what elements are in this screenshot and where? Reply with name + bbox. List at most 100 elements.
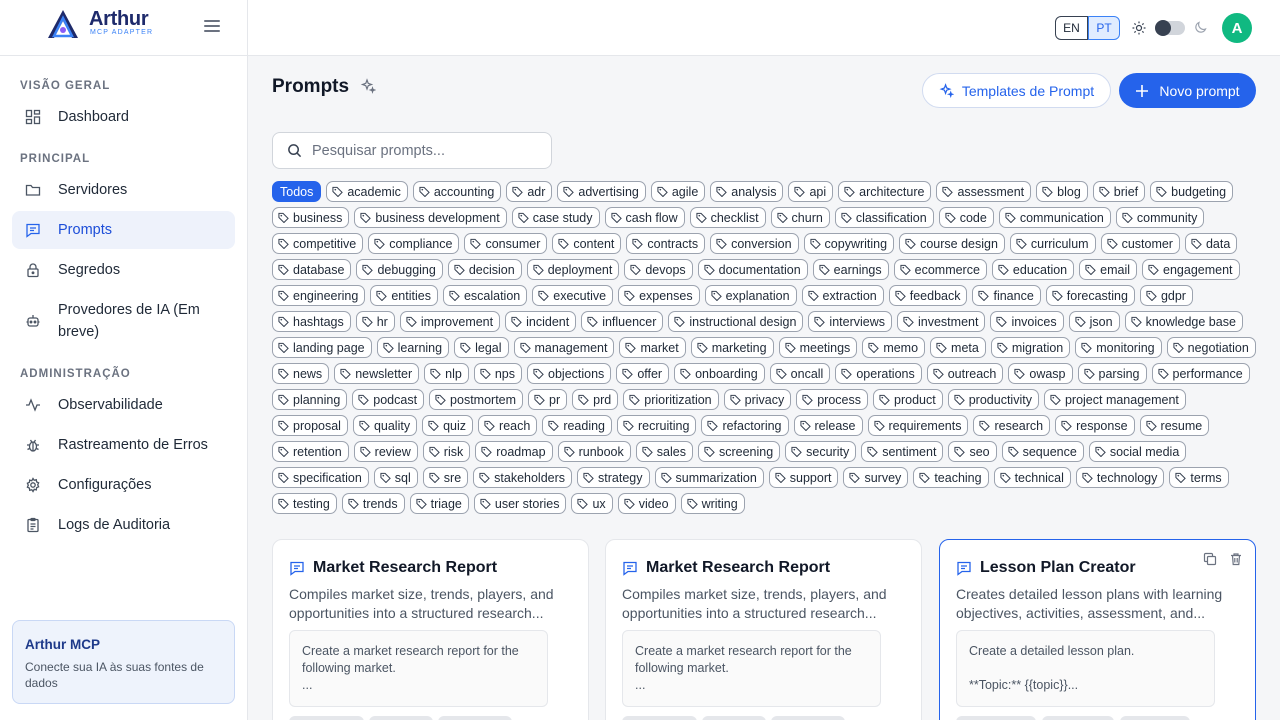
tag-chip[interactable]: curriculum (1009, 233, 1096, 254)
tag-chip[interactable]: case study (511, 207, 600, 228)
tag-chip[interactable]: project management (1043, 389, 1186, 410)
tag-chip[interactable]: learning (376, 337, 450, 358)
tag-chip[interactable]: release (793, 415, 863, 436)
tag-chip[interactable]: onboarding (674, 363, 765, 384)
tag-chip[interactable]: business development (354, 207, 507, 228)
tag-chip[interactable]: oncall (769, 363, 831, 384)
tag-chip[interactable]: meta (930, 337, 986, 358)
tag-chip[interactable]: hashtags (272, 311, 351, 332)
tag-chip[interactable]: conversion (710, 233, 799, 254)
tag-chip[interactable]: explanation (704, 285, 797, 306)
tag-chip[interactable]: devops (624, 259, 693, 280)
tag-chip[interactable]: incident (505, 311, 577, 332)
tag-chip[interactable]: analysis (710, 181, 784, 202)
sidebar-item-prompts[interactable]: Prompts (12, 211, 235, 249)
tag-chip[interactable]: community (1115, 207, 1205, 228)
tag-chip[interactable]: feedback (888, 285, 968, 306)
tag-chip[interactable]: podcast (352, 389, 425, 410)
tag-chip[interactable]: market (619, 337, 686, 358)
tag-chip[interactable]: terms (1169, 467, 1229, 488)
tag-chip[interactable]: finance (972, 285, 1041, 306)
tag-chip[interactable]: hr (355, 311, 395, 332)
tag-chip[interactable]: newsletter (334, 363, 420, 384)
tag-chip[interactable]: deployment (526, 259, 620, 280)
tag-chip[interactable]: reading (542, 415, 613, 436)
tag-chip[interactable]: accounting (412, 181, 502, 202)
tag-chip[interactable]: quality (352, 415, 418, 436)
tag-chip[interactable]: architecture (838, 181, 932, 202)
sidebar-item-dashboard[interactable]: Dashboard (12, 104, 235, 130)
tag-chip[interactable]: cash flow (604, 207, 685, 228)
tag-chip[interactable]: summarization (654, 467, 764, 488)
tag-chip[interactable]: security (785, 441, 857, 462)
templates-button[interactable]: Templates de Prompt (922, 73, 1111, 108)
tag-chip[interactable]: code (938, 207, 994, 228)
tag-chip[interactable]: recruiting (617, 415, 697, 436)
sidebar-item-configuracoes[interactable]: Configurações (12, 472, 235, 498)
sidebar-item-provedores[interactable]: Provedores de IA (Em breve) (12, 298, 235, 344)
tag-chip[interactable]: process (796, 389, 869, 410)
tag-chip[interactable]: prd (572, 389, 619, 410)
tag-chip[interactable]: business (272, 207, 350, 228)
tag-chip[interactable]: sentiment (861, 441, 944, 462)
tag-chip[interactable]: executive (532, 285, 614, 306)
new-prompt-button[interactable]: Novo prompt (1119, 73, 1256, 108)
tag-chip[interactable]: invoices (990, 311, 1064, 332)
tag-chip[interactable]: knowledge base (1124, 311, 1243, 332)
tag-chip[interactable]: consumer (464, 233, 548, 254)
arthur-logo-icon[interactable] (44, 8, 82, 40)
tag-chip[interactable]: escalation (442, 285, 528, 306)
tag-chip[interactable]: agile (650, 181, 706, 202)
tag-chip[interactable]: sequence (1001, 441, 1084, 462)
tag-chip[interactable]: content (552, 233, 622, 254)
search-input[interactable] (312, 142, 532, 159)
tag-chip[interactable]: checklist (689, 207, 766, 228)
tag-chip[interactable]: reach (478, 415, 538, 436)
tag-chip[interactable]: news (272, 363, 330, 384)
tag-chip[interactable]: management (513, 337, 615, 358)
tag-chip[interactable]: teaching (913, 467, 989, 488)
tag-chip[interactable]: budgeting (1150, 181, 1234, 202)
tag-chip[interactable]: sales (635, 441, 693, 462)
tag-chip[interactable]: technical (993, 467, 1071, 488)
tag-chip[interactable]: triage (409, 493, 469, 514)
sidebar-item-segredos[interactable]: Segredos (12, 257, 235, 283)
tag-chip[interactable]: sre (422, 467, 469, 488)
tag-chip[interactable]: postmortem (429, 389, 524, 410)
tag-chip[interactable]: competitive (272, 233, 364, 254)
tag-chip[interactable]: performance (1151, 363, 1250, 384)
tag-chip[interactable]: meetings (778, 337, 858, 358)
trash-icon[interactable] (1229, 552, 1243, 566)
tag-chip[interactable]: nps (473, 363, 523, 384)
tag-chip[interactable]: privacy (723, 389, 792, 410)
tag-chip[interactable]: roadmap (475, 441, 553, 462)
prompt-card[interactable]: Market Research Report Compiles market s… (605, 539, 922, 720)
tag-chip[interactable]: email (1079, 259, 1138, 280)
tag-chip[interactable]: screening (697, 441, 781, 462)
tag-chip[interactable]: academic (326, 181, 408, 202)
tag-chip[interactable]: engagement (1142, 259, 1240, 280)
menu-icon[interactable] (204, 20, 220, 34)
tag-chip[interactable]: sql (373, 467, 418, 488)
tag-chip[interactable]: quiz (422, 415, 474, 436)
tag-chip[interactable]: debugging (356, 259, 443, 280)
tag-chip[interactable]: course design (899, 233, 1005, 254)
tag-chip[interactable]: database (272, 259, 352, 280)
tag-chip[interactable]: runbook (557, 441, 631, 462)
tag-chip[interactable]: productivity (947, 389, 1039, 410)
tag-chip[interactable]: entities (370, 285, 438, 306)
tag-chip[interactable]: technology (1075, 467, 1165, 488)
tag-chip[interactable]: pr (528, 389, 568, 410)
tag-chip[interactable]: classification (834, 207, 934, 228)
tag-chip[interactable]: customer (1100, 233, 1180, 254)
tag-chip[interactable]: assessment (936, 181, 1032, 202)
tag-chip[interactable]: seo (948, 441, 997, 462)
tag-chip[interactable]: user stories (473, 493, 567, 514)
tag-chip[interactable]: gdpr (1139, 285, 1193, 306)
sidebar-item-logs-auditoria[interactable]: Logs de Auditoria (12, 512, 235, 538)
tag-chip[interactable]: adr (506, 181, 553, 202)
tag-chip[interactable]: contracts (626, 233, 706, 254)
tag-chip[interactable]: interviews (808, 311, 892, 332)
tag-chip[interactable]: expenses (618, 285, 700, 306)
tag-chip[interactable]: proposal (272, 415, 348, 436)
